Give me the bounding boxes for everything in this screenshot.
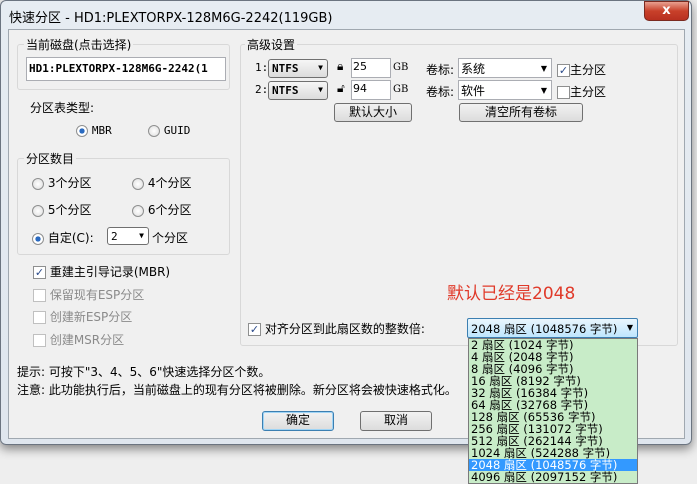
radio-icon [148,124,160,137]
radio-5[interactable]: 5个分区 [32,201,91,218]
chevron-down-icon: ▼ [626,323,633,332]
radio-6[interactable]: 6个分区 [132,201,191,218]
row1-volume-label-combo[interactable]: 系统 ▼ [458,58,552,78]
check-new-esp[interactable]: 创建新ESP分区 [33,308,132,325]
checkbox-icon [557,86,570,99]
radio-3[interactable]: 3个分区 [32,174,91,191]
row2-size-input[interactable]: 94 [351,80,391,100]
row1-index: 1: [255,61,269,74]
row1-fs-select[interactable]: NTFS ▼ [268,59,328,78]
row1-size-input[interactable]: 25 [351,58,391,78]
checkbox-icon: ✓ [33,266,46,279]
checkbox-icon [33,311,46,324]
ok-button[interactable]: 确定 [262,411,334,431]
row1-primary-check[interactable]: ✓ 主分区 [557,61,606,78]
radio-icon [132,177,144,190]
radio-4[interactable]: 4个分区 [132,174,191,191]
row2-unit: GB [393,84,409,95]
close-button[interactable]: x [644,1,689,21]
custom-count-select[interactable]: 2 ▼ [107,227,149,245]
align-check[interactable]: ✓ 对齐分区到此扇区数的整数倍: [248,320,425,337]
checkbox-icon: ✓ [557,64,570,77]
chevron-down-icon: ▼ [318,85,323,94]
radio-custom[interactable]: 自定(C): [32,229,94,246]
row1-unit: GB [393,62,409,73]
disk-group-title: 当前磁盘(点击选择) [24,36,134,53]
table-type-label: 分区表类型: [30,101,95,115]
row2-fs-select[interactable]: NTFS ▼ [268,81,328,100]
align-dropdown-list[interactable]: 2 扇区 (1024 字节) 4 扇区 (2048 字节) 8 扇区 (4096 字… [468,338,638,484]
align-select[interactable]: 2048 扇区 (1048576 字节) ▼ [467,318,638,338]
unlock-icon[interactable]: 🔓︎ [337,81,345,96]
radio-icon [32,204,44,217]
warning-text: 注意: 此功能执行后，当前磁盘上的现有分区将被删除。新分区将会被快速格式化。 [17,383,457,397]
checkbox-icon: ✓ [248,323,261,336]
checkbox-icon [33,334,46,347]
hint-text: 提示: 可按下"3、4、5、6"快速选择分区个数。 [17,365,271,379]
row2-label-caption: 卷标: [426,85,455,99]
count-group-title: 分区数目 [24,150,77,167]
cancel-button[interactable]: 取消 [360,411,432,431]
chevron-down-icon: ▼ [318,63,323,72]
lock-icon[interactable]: 🔒︎ [337,59,343,74]
radio-icon [132,204,144,217]
custom-count-suffix: 个分区 [152,231,189,245]
row2-volume-label-combo[interactable]: 软件 ▼ [458,80,552,100]
row1-label-caption: 卷标: [426,63,455,77]
align-option[interactable]: 4096 扇区 (2097152 字节) [469,471,637,483]
chevron-down-icon: ▼ [139,231,144,240]
check-msr[interactable]: 创建MSR分区 [33,331,124,348]
default-size-button[interactable]: 默认大小 [334,103,412,122]
check-rebuild-mbr[interactable]: ✓ 重建主引导记录(MBR) [33,263,170,280]
check-keep-esp[interactable]: 保留现有ESP分区 [33,286,144,303]
row2-index: 2: [255,83,269,96]
disk-select-field[interactable]: HD1:PLEXTORPX-128M6G-2242(1 [26,57,226,81]
advanced-title: 高级设置 [245,36,298,53]
row2-primary-check[interactable]: 主分区 [557,83,606,100]
radio-icon [32,177,44,190]
radio-guid[interactable]: GUID [148,123,190,137]
radio-icon [32,232,44,245]
annotation-text: 默认已经是2048 [447,284,576,304]
radio-mbr[interactable]: MBR [76,123,112,137]
window-title: 快速分区 - HD1:PLEXTORPX-128M6G-2242(119GB) [9,11,333,26]
clear-labels-button[interactable]: 清空所有卷标 [459,103,583,122]
checkbox-icon [33,289,46,302]
chevron-down-icon: ▼ [540,86,547,95]
chevron-down-icon: ▼ [540,64,547,73]
radio-icon [76,124,88,137]
